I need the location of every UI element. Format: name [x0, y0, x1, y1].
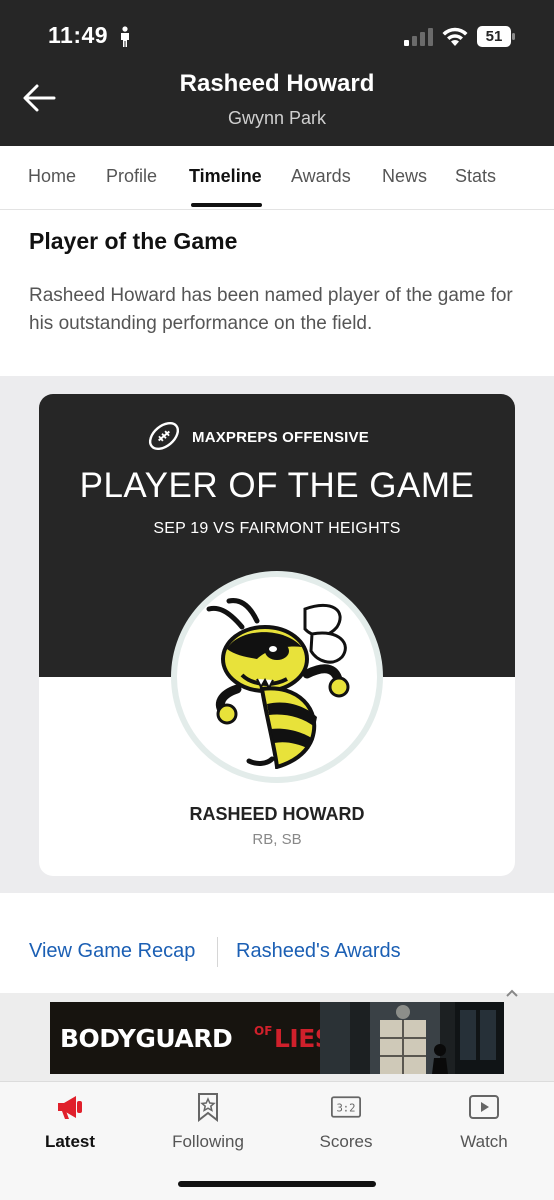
player-awards-link[interactable]: Rasheed's Awards: [236, 940, 401, 963]
view-game-recap-link[interactable]: View Game Recap: [29, 940, 195, 963]
person-icon: [121, 26, 129, 47]
nav-label-scores: Scores: [319, 1132, 373, 1151]
cellular-signal-icon: [404, 28, 433, 46]
award-game-info: SEP 19 VS FAIRMONT HEIGHTS: [153, 520, 401, 537]
hornet-mascot-icon: [206, 598, 350, 769]
nav-label-following: Following: [172, 1132, 244, 1151]
tab-stats[interactable]: Stats: [455, 166, 496, 187]
ad-banner[interactable]: BODYGUARD OF LIES: [50, 1002, 504, 1074]
award-brand: MAXPREPS OFFENSIVE: [192, 429, 369, 446]
link-divider: [217, 937, 218, 967]
nav-label-latest: Latest: [44, 1132, 96, 1151]
active-tab-indicator: [191, 203, 262, 207]
tab-awards[interactable]: Awards: [291, 166, 351, 187]
profile-tab-bar: Home Profile Timeline Awards News Stats: [0, 146, 554, 210]
award-player-name: RASHEED HOWARD: [189, 804, 365, 824]
wifi-icon: [442, 27, 468, 46]
tab-timeline[interactable]: Timeline: [189, 166, 262, 187]
nav-scores[interactable]: 3:2 Scores: [277, 1082, 415, 1162]
svg-text:3:2: 3:2: [336, 1102, 355, 1114]
nav-watch[interactable]: Watch: [415, 1082, 553, 1162]
ad-scene-image: [320, 1002, 504, 1074]
nav-latest[interactable]: Latest: [1, 1082, 139, 1162]
nav-following[interactable]: Following: [139, 1082, 277, 1162]
award-player-positions: RB, SB: [252, 831, 302, 848]
ad-title-white: BODYGUARD: [60, 1024, 233, 1053]
football-icon: [148, 421, 180, 451]
megaphone-icon: [58, 1096, 82, 1119]
home-indicator: [178, 1181, 376, 1187]
ad-title-of: OF: [254, 1024, 273, 1038]
award-heading: Player of the Game: [29, 228, 238, 254]
scoreboard-icon: 3:2: [331, 1096, 361, 1118]
status-time: 11:49: [48, 22, 109, 48]
page-title: Rasheed Howard: [179, 70, 375, 97]
bookmark-star-icon: [198, 1093, 218, 1122]
nav-label-watch: Watch: [460, 1132, 508, 1151]
tab-home[interactable]: Home: [28, 166, 76, 187]
tab-profile[interactable]: Profile: [106, 166, 157, 187]
app-header: 11:49 51 Rasheed Howard Gwynn Park: [0, 0, 554, 146]
play-icon: [469, 1095, 499, 1119]
chevron-up-icon[interactable]: [505, 988, 519, 998]
award-title: PLAYER OF THE GAME: [79, 466, 475, 505]
battery-level: 51: [485, 28, 503, 45]
team-logo: [171, 571, 383, 783]
page-subtitle: Gwynn Park: [227, 108, 327, 128]
status-bar: 11:49 51: [0, 0, 554, 60]
award-card[interactable]: MAXPREPS OFFENSIVE PLAYER OF THE GAME SE…: [39, 394, 515, 876]
award-description: Rasheed Howard has been named player of …: [29, 285, 513, 334]
award-links: View Game Recap Rasheed's Awards: [0, 893, 554, 993]
tab-news[interactable]: News: [382, 166, 427, 187]
